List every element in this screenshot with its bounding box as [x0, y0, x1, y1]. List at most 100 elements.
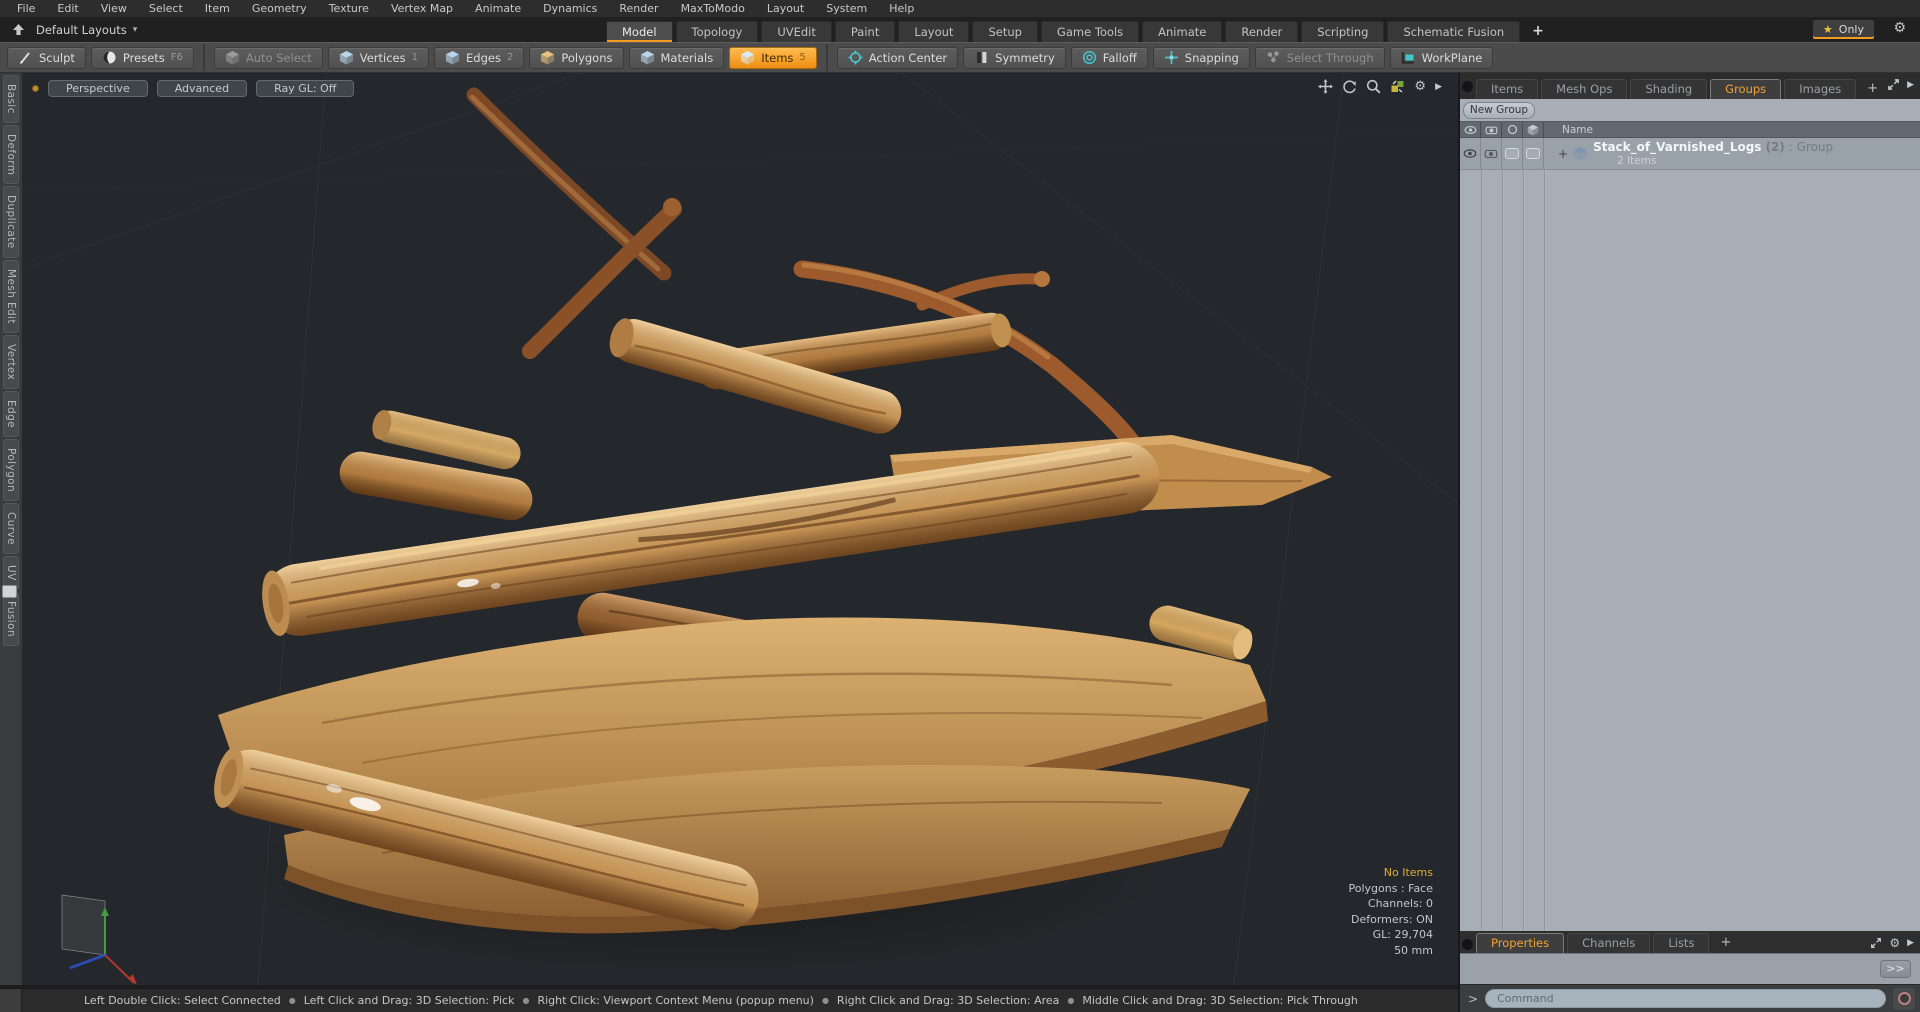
gear-icon[interactable]: ⚙	[1893, 20, 1906, 36]
polygons-mode-button[interactable]: Polygons	[529, 46, 624, 69]
tab-render[interactable]: Render	[1225, 21, 1299, 42]
rail-tab-deform[interactable]: Deform	[3, 124, 19, 185]
tab-images[interactable]: Images	[1784, 79, 1857, 99]
panel-expand-icon[interactable]: ▶	[1907, 80, 1914, 90]
new-group-button[interactable]: New Group	[1463, 102, 1535, 119]
falloff-button[interactable]: Falloff	[1070, 46, 1148, 69]
tab-setup[interactable]: Setup	[972, 21, 1038, 42]
layout-toggle-icon[interactable]	[1390, 79, 1405, 94]
maximize-icon[interactable]	[1870, 937, 1882, 949]
menu-edit[interactable]: Edit	[46, 0, 89, 17]
menu-vertex-map[interactable]: Vertex Map	[380, 0, 464, 17]
panel-gear-icon[interactable]: ⚙	[1889, 936, 1900, 950]
panel-corner-widget[interactable]	[1462, 939, 1473, 950]
viewport-expand-icon[interactable]: ▶	[1435, 82, 1442, 92]
menu-texture[interactable]: Texture	[318, 0, 380, 17]
maximize-icon[interactable]	[1887, 78, 1900, 91]
shading-mode-button[interactable]: Advanced	[156, 80, 248, 97]
camera-icon[interactable]	[1484, 148, 1498, 159]
orbit-icon[interactable]	[1342, 79, 1357, 94]
tab-layout[interactable]: Layout	[898, 21, 970, 42]
tab-shading[interactable]: Shading	[1630, 79, 1708, 99]
viewport-gear-icon[interactable]: ⚙	[1414, 79, 1426, 94]
items-mode-button[interactable]: Items 5	[729, 46, 817, 69]
materials-mode-button[interactable]: Materials	[628, 46, 725, 69]
panel-expand-icon[interactable]: ▶	[1907, 938, 1914, 948]
3d-viewport[interactable]: Perspective Advanced Ray GL: Off ⚙ ▶ No …	[22, 73, 1458, 985]
more-button[interactable]: >>	[1880, 960, 1911, 978]
menu-help[interactable]: Help	[878, 0, 925, 17]
add-panel-tab-button[interactable]: +	[1859, 79, 1886, 99]
edges-mode-button[interactable]: Edges 2	[434, 46, 525, 69]
menu-system[interactable]: System	[815, 0, 878, 17]
menu-item[interactable]: Item	[194, 0, 241, 17]
tab-groups[interactable]: Groups	[1710, 79, 1782, 99]
hint-right-drag: Right Click and Drag: 3D Selection: Area	[836, 994, 1060, 1007]
rail-tab-edge[interactable]: Edge	[3, 390, 19, 437]
group-checkbox[interactable]	[1505, 148, 1519, 159]
tab-lists[interactable]: Lists	[1653, 933, 1710, 953]
tab-scripting[interactable]: Scripting	[1301, 21, 1385, 42]
pan-icon[interactable]	[1318, 79, 1334, 94]
zoom-icon[interactable]	[1366, 79, 1381, 94]
expand-group-button[interactable]: +	[1558, 147, 1568, 161]
tab-schematic-fusion[interactable]: Schematic Fusion	[1387, 21, 1521, 42]
selection-status: No Items	[1383, 866, 1433, 879]
layout-switcher[interactable]: Default Layouts ▾	[36, 17, 137, 42]
sculpt-button[interactable]: Sculpt	[7, 46, 86, 69]
macro-record-button[interactable]	[1893, 987, 1915, 1010]
tab-channels[interactable]: Channels	[1567, 933, 1651, 953]
rail-handle[interactable]	[2, 585, 17, 598]
tab-animate[interactable]: Animate	[1142, 21, 1223, 42]
tab-uvedit[interactable]: UVEdit	[761, 21, 832, 42]
auto-select-button[interactable]: Auto Select	[213, 46, 323, 69]
workplane-button[interactable]: WorkPlane	[1389, 46, 1494, 69]
add-panel-tab-button[interactable]: +	[1712, 933, 1739, 953]
command-input[interactable]	[1485, 989, 1886, 1008]
panel-corner-widget[interactable]	[1462, 81, 1473, 92]
menu-file[interactable]: File	[6, 0, 46, 17]
rail-tab-polygon[interactable]: Polygon	[3, 438, 19, 502]
menu-dynamics[interactable]: Dynamics	[532, 0, 608, 17]
presets-button[interactable]: Presets F6	[90, 46, 194, 69]
select-through-button[interactable]: Select Through	[1254, 46, 1385, 69]
tab-items[interactable]: Items	[1476, 79, 1539, 99]
cube-icon	[640, 50, 655, 65]
rail-tab-mesh-edit[interactable]: Mesh Edit	[3, 259, 19, 333]
viewport-status: No Items Polygons : Face Channels: 0 Def…	[1348, 865, 1433, 958]
vertices-mode-button[interactable]: Vertices 1	[327, 46, 429, 69]
tab-model[interactable]: Model	[606, 21, 673, 42]
menu-maxtomodo[interactable]: MaxToModo	[670, 0, 756, 17]
menu-animate[interactable]: Animate	[464, 0, 532, 17]
rail-tab-fusion[interactable]: Fusion	[3, 591, 19, 646]
raygl-button[interactable]: Ray GL: Off	[256, 80, 355, 97]
render-column-icon	[1485, 125, 1498, 135]
menu-geometry[interactable]: Geometry	[241, 0, 318, 17]
group-row[interactable]: + Stack_of_Varnished_Logs (2) : Group 2 …	[1460, 138, 1920, 170]
rail-tab-basic[interactable]: Basic	[3, 75, 19, 123]
add-tab-button[interactable]: +	[1523, 21, 1553, 42]
tab-paint[interactable]: Paint	[834, 21, 896, 42]
rail-tab-duplicate[interactable]: Duplicate	[3, 186, 19, 258]
layout-up-icon[interactable]	[8, 21, 28, 37]
tab-properties[interactable]: Properties	[1476, 933, 1565, 953]
menu-select[interactable]: Select	[138, 0, 194, 17]
menu-render[interactable]: Render	[608, 0, 669, 17]
group-checkbox[interactable]	[1526, 148, 1540, 159]
menu-view[interactable]: View	[90, 0, 138, 17]
perspective-button[interactable]: Perspective	[48, 80, 148, 97]
tab-mesh-ops[interactable]: Mesh Ops	[1541, 79, 1628, 99]
command-bar: >	[1460, 984, 1920, 1012]
only-toggle-button[interactable]: ★ Only	[1812, 20, 1874, 39]
tab-game-tools[interactable]: Game Tools	[1040, 21, 1140, 42]
symmetry-button[interactable]: Symmetry	[963, 46, 1066, 69]
action-center-button[interactable]: Action Center	[836, 46, 959, 69]
rail-tab-vertex[interactable]: Vertex	[3, 334, 19, 389]
bullet-separator: ●	[288, 996, 296, 1005]
snapping-button[interactable]: Snapping	[1152, 46, 1250, 69]
tab-topology[interactable]: Topology	[675, 21, 759, 42]
menu-layout[interactable]: Layout	[756, 0, 815, 17]
visibility-column-icon	[1464, 125, 1477, 135]
rail-tab-curve[interactable]: Curve	[3, 503, 19, 555]
eye-icon[interactable]	[1463, 148, 1477, 159]
